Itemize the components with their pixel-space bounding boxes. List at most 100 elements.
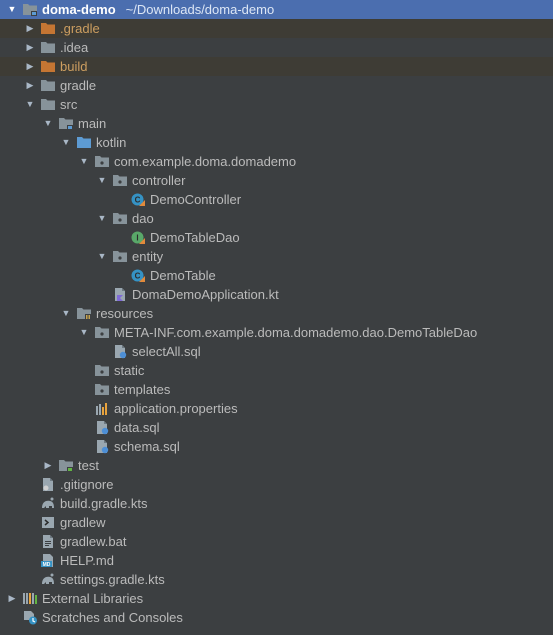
folder-icon	[40, 40, 56, 55]
tree-row[interactable]: ▶ .idea	[0, 38, 553, 57]
tree-row[interactable]: application.properties	[0, 399, 553, 418]
tree-row[interactable]: C DemoTable	[0, 266, 553, 285]
expand-down-arrow-icon[interactable]: ▼	[96, 209, 108, 228]
tree-row-label: META-INF.com.example.doma.domademo.dao.D…	[114, 323, 477, 342]
expand-right-arrow-icon[interactable]: ▶	[24, 19, 36, 38]
package-icon	[112, 211, 128, 226]
tree-row-label: DomaDemoApplication.kt	[132, 285, 279, 304]
tree-row-label: src	[60, 95, 77, 114]
tree-row-label: gradle	[60, 76, 96, 95]
tree-row[interactable]: DomaDemoApplication.kt	[0, 285, 553, 304]
expand-right-arrow-icon[interactable]: ▶	[24, 76, 36, 95]
resources-folder-icon	[76, 306, 92, 321]
tree-row[interactable]: ▼ kotlin	[0, 133, 553, 152]
scratches-icon	[22, 610, 38, 625]
tree-row[interactable]: ▼ controller	[0, 171, 553, 190]
tree-row[interactable]: templates	[0, 380, 553, 399]
tree-row[interactable]: Scratches and Consoles	[0, 608, 553, 627]
tree-row[interactable]: ▼ com.example.doma.domademo	[0, 152, 553, 171]
tree-row[interactable]: ▼ resources	[0, 304, 553, 323]
tree-row[interactable]: build.gradle.kts	[0, 494, 553, 513]
expand-right-arrow-icon[interactable]: ▶	[6, 589, 18, 608]
tree-item-name: DomaDemoApplication.kt	[132, 287, 279, 302]
tree-row-label: doma-demo ~/Downloads/doma-demo	[42, 0, 274, 19]
tree-row-label: DemoTable	[150, 266, 216, 285]
tree-row[interactable]: selectAll.sql	[0, 342, 553, 361]
tree-item-name: data.sql	[114, 420, 160, 435]
tree-row[interactable]: ▶ test	[0, 456, 553, 475]
tree-row-label: .idea	[60, 38, 88, 57]
tree-item-name: Scratches and Consoles	[42, 610, 183, 625]
expand-right-arrow-icon[interactable]: ▶	[24, 38, 36, 57]
tree-item-name: controller	[132, 173, 186, 188]
tree-row-label: schema.sql	[114, 437, 180, 456]
tree-row[interactable]: ▶ build	[0, 57, 553, 76]
tree-row[interactable]: ▶ gradle	[0, 76, 553, 95]
tree-row[interactable]: data.sql	[0, 418, 553, 437]
tree-item-name: META-INF.com.example.doma.domademo.dao.D…	[114, 325, 478, 340]
tree-row[interactable]: ▼ entity	[0, 247, 553, 266]
expand-down-arrow-icon[interactable]: ▼	[78, 152, 90, 171]
folder-icon	[40, 97, 56, 112]
tree-row[interactable]: ▼ doma-demo ~/Downloads/doma-demo	[0, 0, 553, 19]
expand-right-arrow-icon[interactable]: ▶	[42, 456, 54, 475]
expand-down-arrow-icon[interactable]: ▼	[96, 171, 108, 190]
svg-text:C: C	[135, 196, 141, 205]
tree-row[interactable]: gradlew.bat	[0, 532, 553, 551]
tree-item-name: .gradle	[60, 21, 100, 36]
expand-right-arrow-icon[interactable]: ▶	[24, 57, 36, 76]
libraries-icon	[22, 591, 38, 606]
tree-row[interactable]: .gitignore	[0, 475, 553, 494]
expand-down-arrow-icon[interactable]: ▼	[60, 133, 72, 152]
tree-item-name: src	[60, 97, 78, 112]
expand-down-arrow-icon[interactable]: ▼	[42, 114, 54, 133]
module-folder-icon	[22, 2, 38, 17]
sql-file-icon	[94, 439, 110, 454]
tree-row-label: main	[78, 114, 106, 133]
tree-item-name: test	[78, 458, 99, 473]
tree-item-name: DemoTableDao	[150, 230, 240, 245]
excluded-folder-icon	[40, 59, 56, 74]
kotlin-class-icon: C	[130, 192, 146, 207]
expand-down-arrow-icon[interactable]: ▼	[60, 304, 72, 323]
tree-row[interactable]: gradlew	[0, 513, 553, 532]
expand-down-arrow-icon[interactable]: ▼	[6, 0, 18, 19]
tree-row[interactable]: C DemoController	[0, 190, 553, 209]
tree-item-name: resources	[96, 306, 154, 321]
tree-item-name: gradlew.bat	[60, 534, 127, 549]
sql-file-icon	[94, 420, 110, 435]
tree-row[interactable]: ▼ main	[0, 114, 553, 133]
test-folder-icon	[58, 458, 74, 473]
markdown-file-icon: MD	[40, 553, 56, 568]
tree-item-name: main	[78, 116, 107, 131]
expand-down-arrow-icon[interactable]: ▼	[24, 95, 36, 114]
tree-row[interactable]: schema.sql	[0, 437, 553, 456]
tree-row[interactable]: ▼ src	[0, 95, 553, 114]
tree-item-name: settings.gradle.kts	[60, 572, 165, 587]
tree-row[interactable]: ▶ .gradle	[0, 19, 553, 38]
svg-text:MD: MD	[43, 562, 51, 568]
package-icon	[94, 363, 110, 378]
tree-row[interactable]: ▼ META-INF.com.example.doma.domademo.dao.…	[0, 323, 553, 342]
tree-item-name: schema.sql	[114, 439, 180, 454]
svg-text:C: C	[135, 272, 141, 281]
tree-row[interactable]: settings.gradle.kts	[0, 570, 553, 589]
tree-item-name: DemoTable	[150, 268, 216, 283]
tree-item-name: .gitignore	[60, 477, 114, 492]
expand-down-arrow-icon[interactable]: ▼	[78, 323, 90, 342]
tree-row[interactable]: MD HELP.md	[0, 551, 553, 570]
package-icon	[112, 249, 128, 264]
tree-row[interactable]: I DemoTableDao	[0, 228, 553, 247]
tree-row[interactable]: static	[0, 361, 553, 380]
tree-item-name: kotlin	[96, 135, 127, 150]
text-file-icon	[40, 534, 56, 549]
svg-text:I: I	[136, 234, 138, 243]
tree-row[interactable]: ▶ External Libraries	[0, 589, 553, 608]
tree-row-label: gradlew.bat	[60, 532, 127, 551]
expand-down-arrow-icon[interactable]: ▼	[96, 247, 108, 266]
tree-item-name: application.properties	[114, 401, 238, 416]
tree-row-label: com.example.doma.domademo	[114, 152, 296, 171]
tree-row[interactable]: ▼ dao	[0, 209, 553, 228]
folder-icon	[40, 78, 56, 93]
package-icon	[94, 154, 110, 169]
